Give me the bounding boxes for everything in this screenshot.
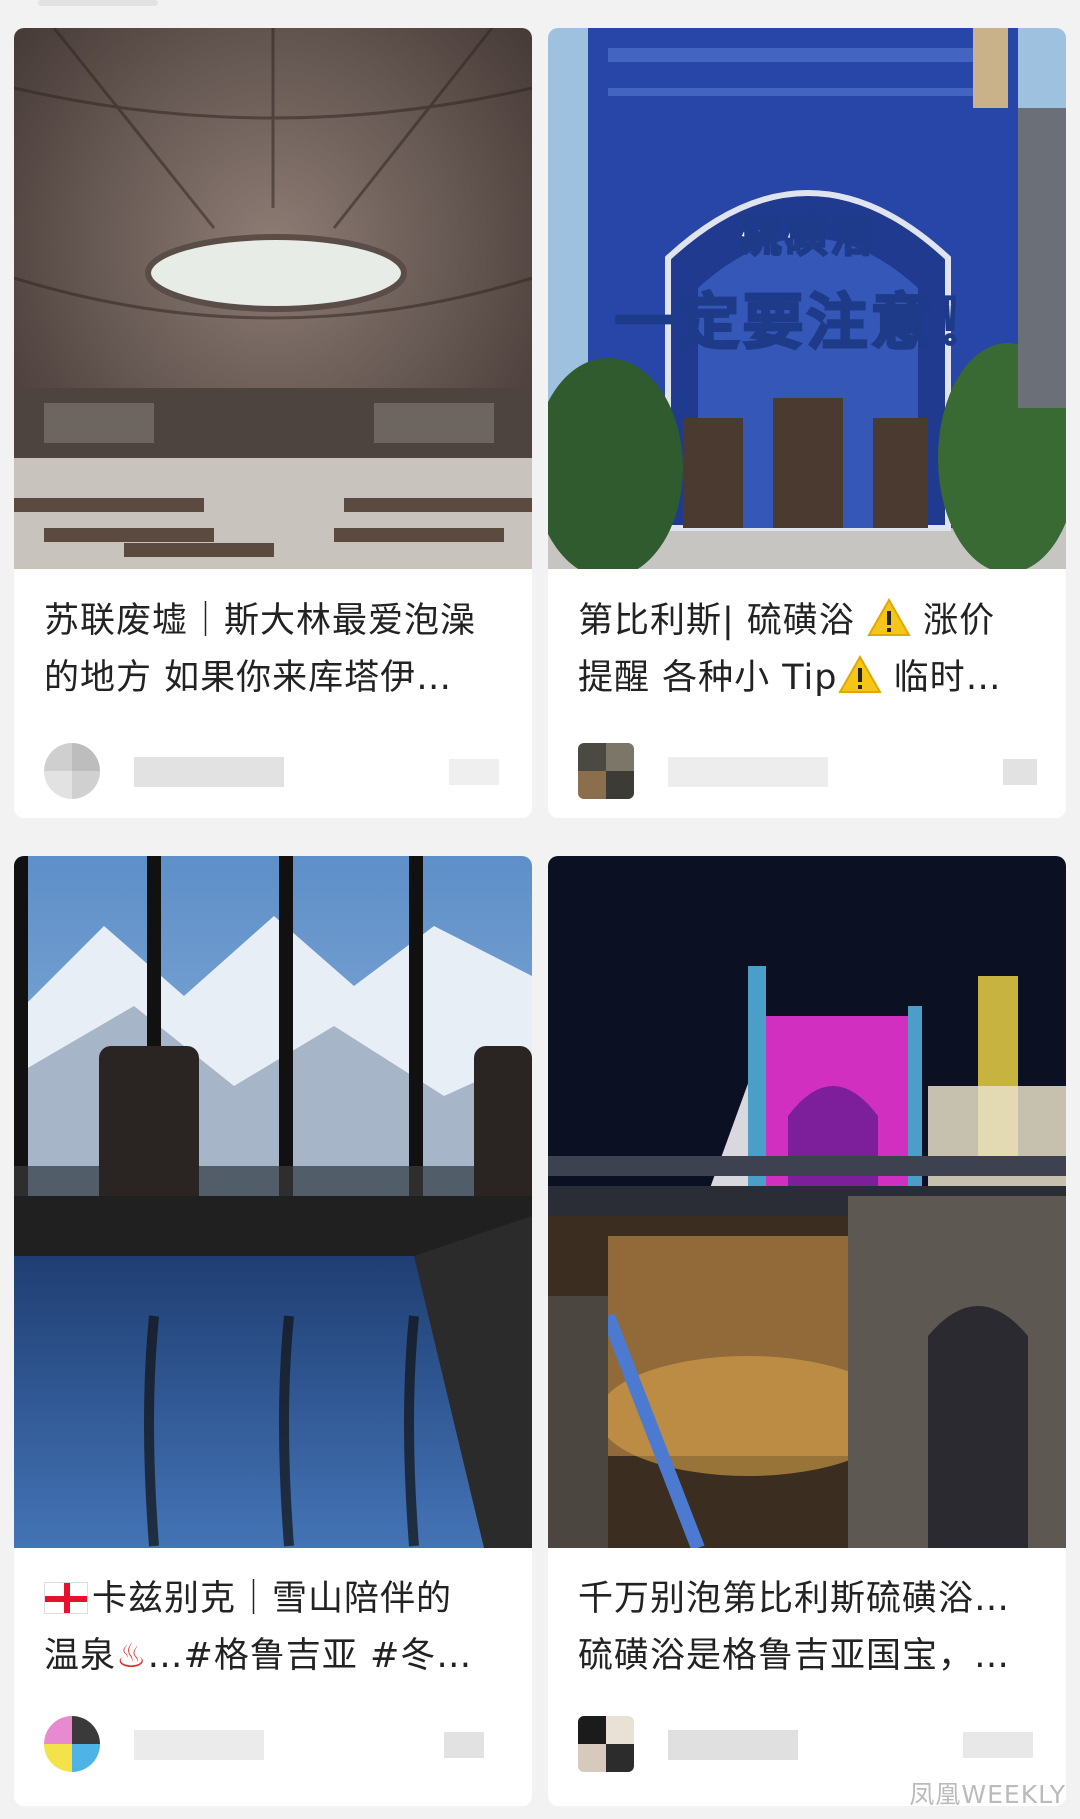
card-3-title-part-1: 温泉 — [44, 1636, 117, 1676]
card-3-title-line-1: 卡兹别克｜雪山陪伴的 — [92, 1579, 453, 1619]
blurred-author-name — [668, 1730, 798, 1760]
avatar[interactable] — [578, 743, 634, 799]
card-3-title-part-2: …#格鲁吉亚 #冬… — [147, 1636, 473, 1676]
cropped-element — [38, 0, 158, 6]
mountain-pool-photo-icon — [14, 856, 532, 1548]
overlay-line-2: 一定要注意！ — [614, 287, 999, 360]
card-3-thumbnail[interactable] — [14, 856, 532, 1548]
feed-card-3[interactable]: 卡兹别克｜雪山陪伴的 温泉♨…#格鲁吉亚 #冬… — [14, 856, 532, 1806]
blurred-like-count — [449, 759, 499, 785]
blurred-like-count — [1003, 759, 1037, 785]
card-2-title-part-4: 临时… — [881, 658, 1002, 698]
hot-spring-icon: ♨ — [116, 1636, 148, 1676]
card-1-author-row[interactable] — [44, 743, 502, 803]
card-3-title: 卡兹别克｜雪山陪伴的 温泉♨…#格鲁吉亚 #冬… — [44, 1571, 502, 1685]
blurred-like-count — [444, 1732, 484, 1758]
georgia-flag-icon — [44, 1582, 88, 1614]
top-strip — [0, 0, 1080, 14]
overlay-line-1: 硫磺浴 — [737, 210, 876, 263]
blurred-author-name — [668, 757, 828, 787]
card-2-title: 第比利斯| 硫磺浴 涨价 提醒 各种小 Tip 临时… — [578, 593, 1036, 707]
feed-card-2[interactable]: 硫磺浴 一定要注意！ 第比利斯| 硫磺浴 涨价 提醒 各种小 Tip 临时… — [548, 28, 1066, 818]
feed-card-4[interactable]: 千万别泡第比利斯硫磺浴… 硫磺浴是格鲁吉亚国宝，… — [548, 856, 1066, 1806]
warning-icon — [867, 598, 911, 636]
card-4-title-line-2: 硫磺浴是格鲁吉亚国宝，… — [578, 1636, 1011, 1676]
card-4-author-row[interactable] — [578, 1716, 1036, 1776]
blurred-author-name — [134, 1730, 264, 1760]
card-2-author-row[interactable] — [578, 743, 1037, 803]
card-1-thumbnail[interactable] — [14, 28, 532, 569]
avatar[interactable] — [44, 1716, 100, 1772]
card-1-title-line-2: 的地方 如果你来库塔伊… — [44, 658, 453, 698]
thumbnail-overlay-text: 硫磺浴 一定要注意！ — [548, 200, 1066, 361]
avatar[interactable] — [578, 1716, 634, 1772]
avatar[interactable] — [44, 743, 100, 799]
feed-card-1[interactable]: 苏联废墟｜斯大林最爱泡澡 的地方 如果你来库塔伊… — [14, 28, 532, 818]
blurred-like-count — [963, 1732, 1033, 1758]
warning-icon — [837, 655, 882, 693]
tbilisi-night-photo-icon — [548, 856, 1066, 1548]
soviet-ruins-photo-icon — [14, 28, 532, 569]
card-2-thumbnail[interactable]: 硫磺浴 一定要注意！ — [548, 28, 1066, 569]
blurred-author-name — [134, 757, 284, 787]
card-4-title-line-1: 千万别泡第比利斯硫磺浴… — [578, 1579, 1011, 1619]
card-4-thumbnail[interactable] — [548, 856, 1066, 1548]
card-1-title: 苏联废墟｜斯大林最爱泡澡 的地方 如果你来库塔伊… — [44, 593, 502, 707]
card-1-title-line-1: 苏联废墟｜斯大林最爱泡澡 — [44, 601, 477, 641]
card-2-title-part-1: 第比利斯| 硫磺浴 — [578, 601, 868, 641]
watermark: 凤凰WEEKLY — [909, 1780, 1066, 1809]
card-2-title-part-3: 提醒 各种小 Tip — [578, 658, 838, 698]
card-4-title: 千万别泡第比利斯硫磺浴… 硫磺浴是格鲁吉亚国宝，… — [578, 1571, 1036, 1685]
card-3-author-row[interactable] — [44, 1716, 502, 1776]
card-2-title-part-2: 涨价 — [911, 601, 996, 641]
